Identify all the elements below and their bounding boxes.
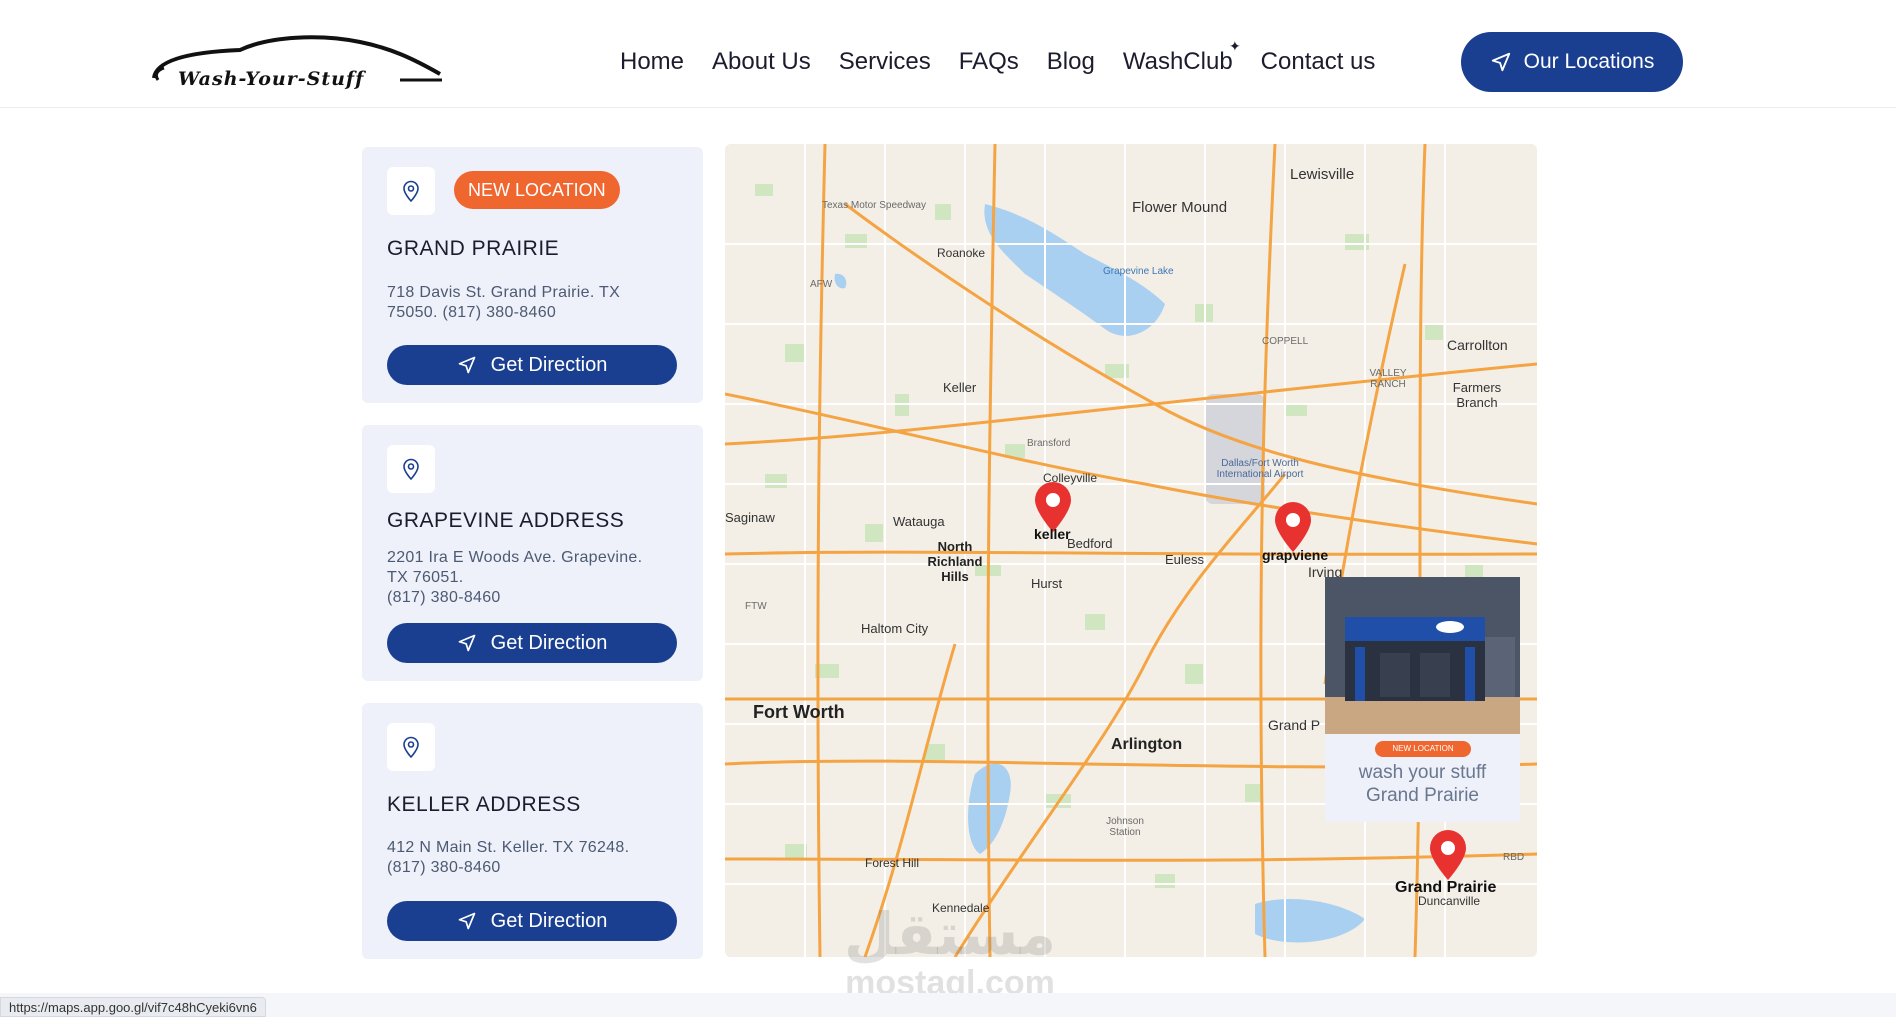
- watermark-arabic: مستقل: [843, 900, 1057, 968]
- nav-blog[interactable]: Blog: [1047, 48, 1095, 76]
- address-line: 75050. (817) 380-8460: [387, 304, 557, 321]
- location-pin-icon: [387, 167, 435, 215]
- map-label: Johnson Station: [1106, 816, 1144, 838]
- address-line: (817) 380-8460: [387, 589, 501, 606]
- grand-prairie-marker-label: Grand Prairie: [1395, 879, 1497, 896]
- map-label: Hurst: [1031, 576, 1063, 591]
- map-label: Fort Worth: [753, 702, 845, 722]
- location-title: KELLER ADDRESS: [387, 793, 581, 816]
- map-label: Keller: [943, 380, 977, 395]
- nav-contact-us[interactable]: Contact us: [1261, 48, 1376, 76]
- map-label: Lewisville: [1290, 166, 1355, 183]
- new-location-badge: NEW LOCATION: [454, 171, 620, 209]
- map-label: Grand P: [1268, 717, 1321, 733]
- map-label: Grapevine Lake: [1103, 266, 1174, 277]
- get-direction-label: Get Direction: [490, 909, 608, 932]
- get-direction-button[interactable]: Get Direction: [387, 623, 677, 663]
- location-card-keller: KELLER ADDRESS 412 N Main St. Keller. TX…: [362, 703, 703, 959]
- navigation-arrow-icon: [458, 356, 475, 374]
- popup-new-location-badge: NEW LOCATION: [1375, 741, 1471, 757]
- address-line: (817) 380-8460: [387, 859, 501, 876]
- map-label: Bransford: [1027, 438, 1071, 449]
- location-pin-icon: [387, 445, 435, 493]
- address-line: 718 Davis St. Grand Prairie. TX: [387, 284, 621, 301]
- get-direction-button[interactable]: Get Direction: [387, 345, 677, 385]
- page-footer-strip: [0, 993, 1896, 1017]
- location-card-grand-prairie: NEW LOCATION GRAND PRAIRIE 718 Davis St.…: [362, 147, 703, 403]
- map-label: Euless: [1165, 552, 1205, 567]
- site-header: Wash-Your-Stuff Home About Us Services F…: [0, 0, 1896, 108]
- get-direction-button[interactable]: Get Direction: [387, 901, 677, 941]
- map-label: RBD: [1503, 852, 1525, 863]
- nav-home[interactable]: Home: [620, 48, 684, 76]
- nav-about-us[interactable]: About Us: [712, 48, 811, 76]
- address-line: 412 N Main St. Keller. TX 76248.: [387, 839, 630, 856]
- nav-washclub[interactable]: WashClub ✦: [1122, 38, 1241, 76]
- map-label: Dallas/Fort Worth International Airport: [1216, 458, 1304, 480]
- map-location-popup[interactable]: NEW LOCATION wash your stuff Grand Prair…: [1325, 577, 1520, 822]
- map-label: Carrollton: [1447, 337, 1508, 353]
- navigation-arrow-icon: [1491, 52, 1510, 72]
- map-label: Forest Hill: [865, 856, 920, 870]
- locations-map[interactable]: Lewisville Flower Mound Roanoke Texas Mo…: [725, 144, 1537, 957]
- nav-washclub-label: WashClub: [1122, 48, 1233, 75]
- map-label: Texas Motor Speedway: [822, 200, 926, 211]
- map-label: AFW: [810, 279, 833, 290]
- address-line: 2201 Ira E Woods Ave. Grapevine.: [387, 549, 643, 566]
- car-wash-photo: [1325, 577, 1520, 734]
- grapevine-marker-label: grapviene: [1262, 547, 1329, 563]
- popup-title-line2: Grand Prairie: [1366, 785, 1479, 806]
- map-label: COPPELL: [1262, 336, 1309, 347]
- grand-prairie-marker-icon[interactable]: [1426, 830, 1470, 882]
- map-label: VALLEY RANCH: [1369, 368, 1407, 390]
- map-label: Haltom City: [861, 621, 929, 636]
- our-locations-button[interactable]: Our Locations: [1461, 32, 1683, 92]
- browser-status-url: https://maps.app.goo.gl/vif7c48hCyeki6vn…: [0, 997, 266, 1017]
- location-card-grapevine: GRAPEVINE ADDRESS 2201 Ira E Woods Ave. …: [362, 425, 703, 681]
- map-label: North Richland Hills: [927, 539, 983, 584]
- nav-services[interactable]: Services: [839, 48, 931, 76]
- main-nav: Home About Us Services FAQs Blog WashClu…: [620, 38, 1403, 86]
- map-label: Farmers Branch: [1452, 380, 1502, 410]
- keller-marker-label: keller: [1034, 526, 1071, 542]
- location-address: 2201 Ira E Woods Ave. Grapevine. TX 7605…: [387, 548, 687, 608]
- location-address: 412 N Main St. Keller. TX 76248. (817) 3…: [387, 838, 687, 878]
- location-address: 718 Davis St. Grand Prairie. TX 75050. (…: [387, 283, 687, 323]
- brand-logo[interactable]: Wash-Your-Stuff: [150, 30, 446, 94]
- map-label: Saginaw: [725, 510, 775, 525]
- map-label: Watauga: [893, 514, 945, 529]
- location-title: GRAPEVINE ADDRESS: [387, 509, 625, 532]
- our-locations-label: Our Locations: [1523, 50, 1655, 73]
- sparkle-icon: ✦: [1228, 38, 1241, 54]
- location-title: GRAND PRAIRIE: [387, 237, 560, 260]
- map-label: FTW: [745, 601, 767, 612]
- map-label: Flower Mound: [1132, 199, 1228, 216]
- address-line: TX 76051.: [387, 569, 464, 586]
- navigation-arrow-icon: [458, 912, 475, 930]
- nav-faqs[interactable]: FAQs: [959, 48, 1019, 76]
- location-pin-icon: [387, 723, 435, 771]
- map-label: Bedford: [1067, 536, 1113, 551]
- get-direction-label: Get Direction: [490, 631, 608, 654]
- popup-title-line1: wash your stuff: [1358, 762, 1487, 783]
- get-direction-label: Get Direction: [490, 353, 608, 376]
- mostaql-watermark: مستقل mostaql.com: [830, 905, 1070, 1003]
- map-label: Roanoke: [937, 246, 986, 260]
- navigation-arrow-icon: [458, 634, 475, 652]
- logo-text: Wash-Your-Stuff: [178, 68, 365, 90]
- map-label: Arlington: [1111, 736, 1183, 753]
